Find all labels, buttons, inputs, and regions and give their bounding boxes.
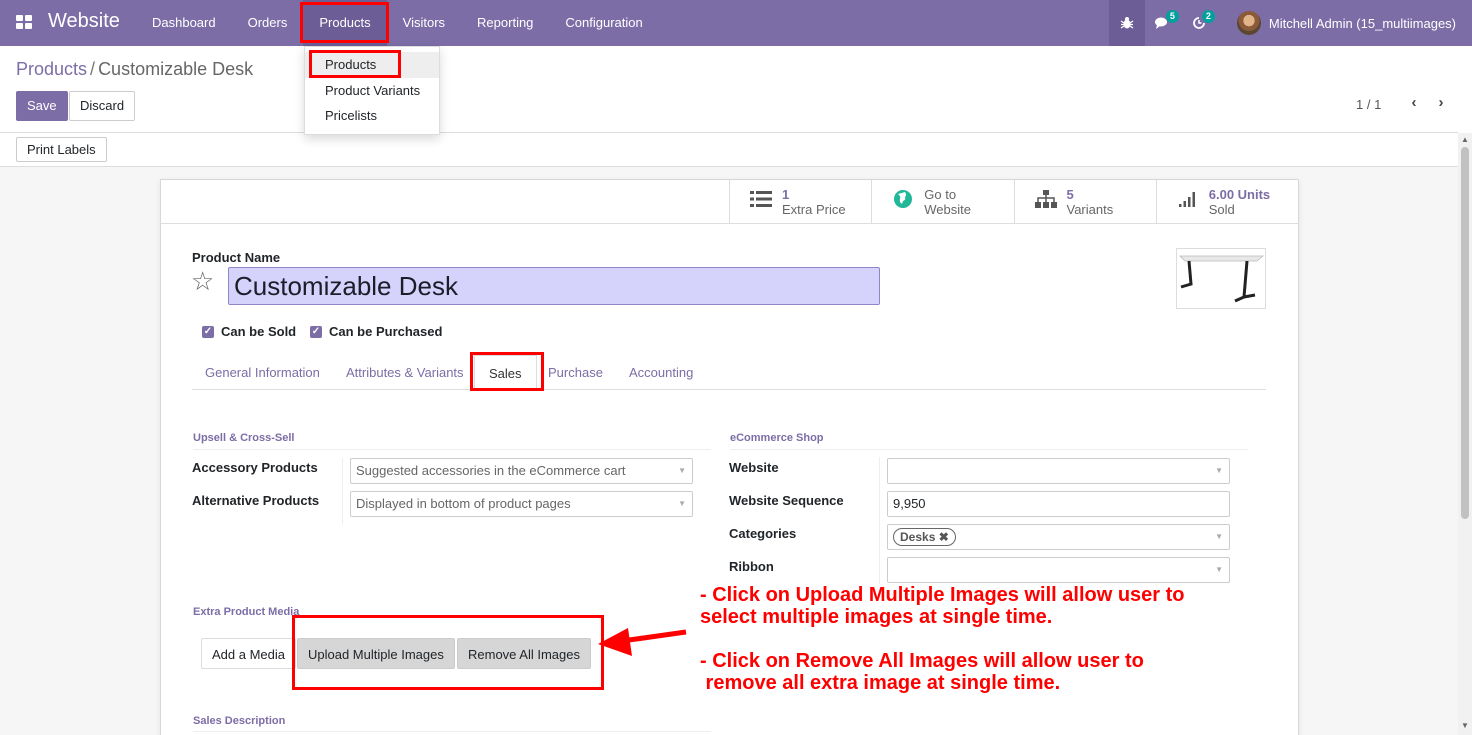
highlight-sales-tab (470, 352, 544, 391)
user-name: Mitchell Admin (15_multiimages) (1268, 15, 1456, 31)
highlight-products-dropdown-item (309, 50, 401, 78)
top-navbar: Website Dashboard Orders Products Visito… (0, 0, 1472, 46)
menu-reporting[interactable]: Reporting (461, 0, 549, 46)
highlight-media-buttons (292, 615, 604, 690)
dropdown-item-product-variants[interactable]: Product Variants (305, 78, 439, 104)
extra-price-button[interactable]: 1 Extra Price (729, 180, 871, 223)
breadcrumb-current: Customizable Desk (98, 59, 254, 79)
main-menu: Dashboard Orders Products Visitors Repor… (136, 0, 659, 46)
product-name-label: Product Name (192, 250, 281, 265)
sales-description-title: Sales Description (193, 715, 286, 727)
product-image[interactable] (1176, 248, 1266, 309)
annotation-upload-line1: - Click on Upload Multiple Images will a… (700, 584, 1185, 606)
form-tabs: General Information Attributes & Variant… (192, 355, 1266, 390)
can-be-sold-checkbox[interactable]: ✓ Can be Sold (202, 324, 296, 339)
tab-attributes-variants[interactable]: Attributes & Variants (346, 355, 464, 390)
menu-dashboard[interactable]: Dashboard (136, 0, 232, 46)
annotation-remove-line1: - Click on Remove All Images will allow … (700, 650, 1144, 672)
variants-button[interactable]: 5 Variants (1013, 180, 1156, 223)
dropdown-caret-icon: ▼ (1215, 466, 1223, 475)
save-button[interactable]: Save (16, 91, 68, 121)
menu-configuration[interactable]: Configuration (549, 0, 658, 46)
smart-buttons: 1 Extra Price Go to Website 5 Variants 6.00… (729, 180, 1298, 224)
checkmark-icon: ✓ (310, 325, 322, 338)
units-sold-button[interactable]: 6.00 Units Sold (1155, 180, 1298, 223)
website-sequence-label: Website Sequence (729, 493, 844, 508)
product-name-input[interactable]: Customizable Desk (228, 267, 880, 305)
website-sequence-input[interactable]: 9,950 (887, 491, 1230, 517)
user-menu[interactable]: Mitchell Admin (15_multiimages) (1217, 0, 1472, 46)
dropdown-item-pricelists[interactable]: Pricelists (305, 103, 439, 129)
upsell-section-title: Upsell & Cross-Sell (193, 432, 295, 444)
dropdown-caret-icon: ▼ (1215, 565, 1223, 574)
tab-accounting[interactable]: Accounting (629, 355, 693, 390)
category-tag: Desks ✖ (893, 528, 956, 546)
website-select[interactable]: ▼ (887, 458, 1230, 484)
app-name[interactable]: Website (48, 10, 120, 33)
signal-icon (1173, 190, 1203, 214)
print-labels-button[interactable]: Print Labels (16, 137, 107, 162)
pager-previous-icon[interactable]: ‹ (1404, 94, 1424, 116)
annotation-remove-line2: remove all extra image at single time. (700, 672, 1061, 694)
alternative-products-label: Alternative Products (192, 493, 320, 508)
breadcrumb-parent[interactable]: Products (16, 59, 87, 79)
annotation-upload-line2: select multiple images at single time. (700, 606, 1053, 628)
chat-count-badge: 5 (1165, 10, 1179, 23)
activity-count-badge: 2 (1201, 10, 1215, 23)
categories-label: Categories (729, 526, 797, 541)
favorite-star-icon[interactable]: ☆ (191, 266, 214, 297)
apps-grid-icon[interactable] (16, 15, 32, 29)
scroll-up-icon[interactable]: ▲ (1461, 135, 1469, 144)
ribbon-select[interactable]: ▼ (887, 557, 1230, 583)
checkmark-icon: ✓ (202, 325, 214, 338)
dropdown-caret-icon: ▼ (678, 466, 686, 475)
scroll-thumb[interactable] (1461, 147, 1469, 519)
alternative-products-input[interactable]: Displayed in bottom of product pages ▼ (350, 491, 693, 517)
list-icon (746, 190, 776, 214)
pager-value[interactable]: 1 / 1 (1356, 97, 1381, 112)
chat-icon[interactable]: 5 (1145, 0, 1181, 46)
discard-button[interactable]: Discard (69, 91, 136, 121)
ecommerce-section-title: eCommerce Shop (730, 432, 824, 444)
categories-input[interactable]: Desks ✖ ▼ (887, 524, 1230, 550)
extra-media-section-title: Extra Product Media (193, 606, 300, 618)
debug-bug-icon[interactable] (1108, 0, 1145, 46)
tab-purchase[interactable]: Purchase (548, 355, 603, 390)
add-media-button[interactable]: Add a Media (201, 638, 296, 669)
accessory-products-label: Accessory Products (192, 460, 318, 475)
highlight-products-menu (300, 2, 389, 43)
scroll-down-icon[interactable]: ▼ (1461, 721, 1469, 730)
globe-icon (888, 189, 918, 215)
can-be-purchased-checkbox[interactable]: ✓ Can be Purchased (310, 324, 442, 339)
website-label: Website (729, 460, 779, 475)
go-to-website-button[interactable]: Go to Website (871, 180, 1013, 223)
dropdown-caret-icon: ▼ (678, 499, 686, 508)
tab-general-information[interactable]: General Information (205, 355, 320, 390)
annotation-arrow-icon (598, 628, 687, 656)
breadcrumb: Products / Customizable Desk (16, 59, 254, 79)
sitemap-icon (1031, 189, 1061, 215)
pager-next-icon[interactable]: › (1431, 94, 1451, 116)
vertical-scrollbar[interactable]: ▲ ▼ (1458, 133, 1472, 735)
ribbon-label: Ribbon (729, 559, 774, 574)
activity-clock-icon[interactable]: 2 (1181, 0, 1217, 46)
accessory-products-input[interactable]: Suggested accessories in the eCommerce c… (350, 458, 693, 484)
navbar-systray: 5 2 Mitchell Admin (15_multiimages) (1108, 0, 1472, 46)
dropdown-caret-icon: ▼ (1215, 532, 1223, 541)
avatar (1236, 11, 1261, 35)
menu-visitors[interactable]: Visitors (387, 0, 461, 46)
remove-tag-icon[interactable]: ✖ (939, 530, 949, 544)
menu-orders[interactable]: Orders (232, 0, 304, 46)
